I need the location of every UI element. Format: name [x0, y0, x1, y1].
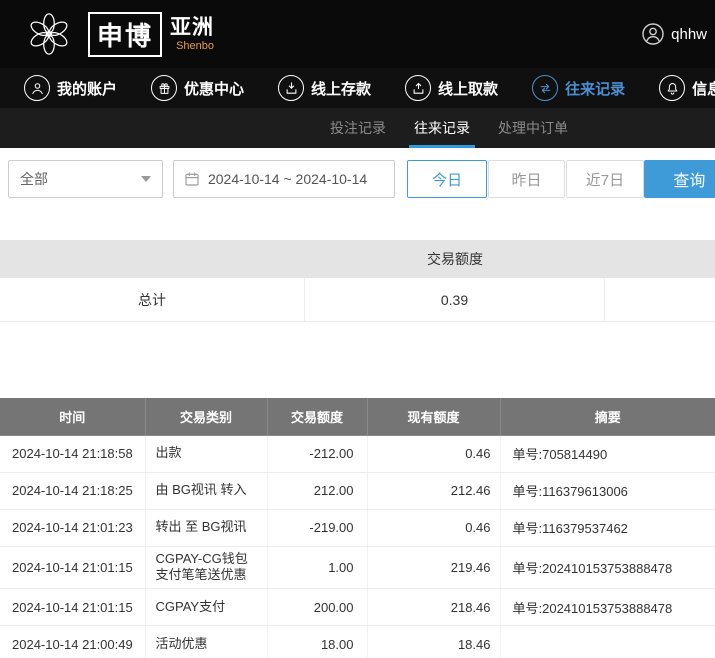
- table-row: 2024-10-14 21:18:58 出款 -212.00 0.46 单号:7…: [0, 435, 715, 472]
- brand-region: 亚洲: [170, 16, 214, 39]
- cell-balance: 0.46: [367, 509, 500, 546]
- cell-amount: 18.00: [267, 626, 367, 658]
- brand-subtitle: Shenbo: [176, 40, 214, 52]
- summary-header-empty: [0, 240, 305, 278]
- col-header-balance: 现有额度: [367, 398, 500, 435]
- flower-logo-icon: [26, 11, 72, 57]
- cell-type: 转出 至 BG视讯: [145, 509, 267, 546]
- today-button[interactable]: 今日: [407, 160, 486, 198]
- username-text: qhhw: [671, 26, 707, 43]
- search-button[interactable]: 查询: [644, 160, 715, 198]
- bell-icon: [659, 75, 685, 101]
- deposit-icon: [278, 75, 304, 101]
- cell-balance: 18.46: [367, 626, 500, 658]
- table-row: 2024-10-14 21:01:15 CGPAY-CG钱包支付笔笔送优惠 1.…: [0, 546, 715, 589]
- chevron-down-icon: [141, 176, 151, 182]
- top-header: 申博 亚洲 Shenbo qhhw: [0, 0, 715, 68]
- brand-name: 申博: [97, 21, 153, 51]
- cell-type: CGPAY-CG钱包支付笔笔送优惠: [145, 546, 267, 589]
- yesterday-button[interactable]: 昨日: [488, 160, 565, 198]
- date-range-value: 2024-10-14 ~ 2024-10-14: [208, 171, 367, 187]
- nav-item-my-account[interactable]: 我的账户: [24, 75, 117, 101]
- account-icon: [24, 75, 50, 101]
- col-header-type: 交易类别: [145, 398, 267, 435]
- cell-type: 活动优惠: [145, 626, 267, 658]
- user-avatar-icon: [641, 22, 665, 46]
- cell-type: CGPAY支付: [145, 589, 267, 626]
- nav-label: 线上存款: [311, 78, 371, 99]
- summary-total-value: 0.39: [305, 278, 605, 321]
- calendar-icon: [184, 171, 200, 187]
- nav-item-promo-center[interactable]: 优惠中心: [151, 75, 244, 101]
- summary-table: 交易额度 总计 0.39: [0, 240, 715, 322]
- cell-balance: 0.46: [367, 435, 500, 472]
- table-row: 2024-10-14 21:01:15 CGPAY支付 200.00 218.4…: [0, 589, 715, 626]
- records-transfer-icon: [532, 75, 558, 101]
- transactions-header: 时间 交易类别 交易额度 现有额度 摘要: [0, 398, 715, 435]
- record-tabs: 投注记录 往来记录 处理中订单: [0, 108, 715, 148]
- nav-label: 我的账户: [57, 78, 117, 99]
- filter-bar: 全部 2024-10-14 ~ 2024-10-14 今日 昨日 近7日 查询: [0, 148, 715, 210]
- col-header-time: 时间: [0, 398, 145, 435]
- cell-time: 2024-10-14 21:01:15: [0, 546, 145, 589]
- summary-total-label: 总计: [0, 278, 305, 321]
- summary-header-row: 交易额度: [0, 240, 715, 278]
- brand-region-block: 亚洲 Shenbo: [170, 16, 214, 51]
- summary-total-row: 总计 0.39: [0, 278, 715, 322]
- table-row: 2024-10-14 21:18:25 由 BG视讯 转入 212.00 212…: [0, 472, 715, 509]
- cell-balance: 219.46: [367, 546, 500, 589]
- col-header-summary: 摘要: [500, 398, 715, 435]
- cell-summary: 单号:705814490: [500, 435, 715, 472]
- summary-empty-cell: [605, 278, 715, 321]
- nav-label: 优惠中心: [184, 78, 244, 99]
- col-header-amount: 交易额度: [267, 398, 367, 435]
- brand-logo: 申博: [88, 12, 162, 57]
- nav-item-online-withdraw[interactable]: 线上取款: [405, 75, 498, 101]
- cell-summary: 单号:202410153753888478: [500, 546, 715, 589]
- type-select-value: 全部: [20, 169, 48, 189]
- transactions-body: 2024-10-14 21:18:58 出款 -212.00 0.46 单号:7…: [0, 435, 715, 658]
- cell-balance: 218.46: [367, 589, 500, 626]
- nav-item-transaction-records[interactable]: 往来记录: [532, 75, 625, 101]
- table-row: 2024-10-14 21:01:23 转出 至 BG视讯 -219.00 0.…: [0, 509, 715, 546]
- gift-icon: [151, 75, 177, 101]
- summary-header-amount: 交易额度: [305, 240, 605, 278]
- cell-balance: 212.46: [367, 472, 500, 509]
- cell-amount: 200.00: [267, 589, 367, 626]
- cell-time: 2024-10-14 21:18:58: [0, 435, 145, 472]
- cell-type: 出款: [145, 435, 267, 472]
- date-range-input[interactable]: 2024-10-14 ~ 2024-10-14: [173, 160, 395, 198]
- cell-summary: 单号:202410153753888478: [500, 589, 715, 626]
- cell-summary: [500, 626, 715, 658]
- type-select[interactable]: 全部: [8, 160, 163, 198]
- table-row: 2024-10-14 21:00:49 活动优惠 18.00 18.46: [0, 626, 715, 658]
- user-menu[interactable]: qhhw: [641, 22, 709, 46]
- cell-amount: 1.00: [267, 546, 367, 589]
- tab-transaction-records[interactable]: 往来记录: [414, 108, 470, 148]
- main-nav: 我的账户 优惠中心 线上存款: [0, 68, 715, 108]
- nav-item-messages[interactable]: 信息: [659, 75, 715, 101]
- cell-time: 2024-10-14 21:01:23: [0, 509, 145, 546]
- tab-bet-records[interactable]: 投注记录: [330, 108, 386, 148]
- tab-processing-orders[interactable]: 处理中订单: [498, 108, 568, 148]
- summary-header-empty: [605, 240, 715, 278]
- cell-time: 2024-10-14 21:00:49: [0, 626, 145, 658]
- cell-amount: -212.00: [267, 435, 367, 472]
- cell-time: 2024-10-14 21:01:15: [0, 589, 145, 626]
- nav-item-online-deposit[interactable]: 线上存款: [278, 75, 371, 101]
- nav-label: 信息: [692, 78, 715, 99]
- cell-amount: -219.00: [267, 509, 367, 546]
- transactions-table: 时间 交易类别 交易额度 现有额度 摘要 2024-10-14 21:18:58…: [0, 398, 715, 658]
- last7days-button[interactable]: 近7日: [566, 160, 643, 198]
- cell-summary: 单号:116379613006: [500, 472, 715, 509]
- page: 申博 亚洲 Shenbo qhhw 我的账户: [0, 0, 715, 658]
- cell-time: 2024-10-14 21:18:25: [0, 472, 145, 509]
- nav-label: 线上取款: [438, 78, 498, 99]
- withdraw-icon: [405, 75, 431, 101]
- cell-amount: 212.00: [267, 472, 367, 509]
- cell-type: 由 BG视讯 转入: [145, 472, 267, 509]
- nav-label: 往来记录: [565, 78, 625, 99]
- cell-summary: 单号:116379537462: [500, 509, 715, 546]
